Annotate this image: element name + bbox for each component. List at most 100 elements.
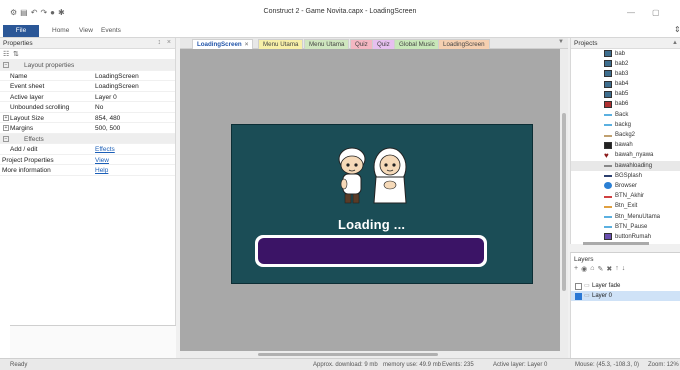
maximize-icon[interactable]: ▢ [652, 8, 660, 17]
add-layer-icon[interactable]: + [574, 265, 578, 273]
lock-icon[interactable]: ▭ [584, 292, 590, 299]
property-row[interactable]: Event sheet LoadingScreen [0, 81, 175, 92]
layers-panel: Layers + ◉ ⌂ ✎ ✖ ↑ ↓ ▭ Layer fade ▭ Layer 0 [570, 252, 680, 358]
project-item-label: BTN_Pause [615, 223, 648, 230]
browser-icon [604, 182, 612, 190]
project-tree: bab bab2 bab3 bab4 bab5 bab6 Back backg Backg2 ba… [571, 49, 680, 243]
editor-tab[interactable]: LoadingScreen × [192, 39, 254, 49]
heart-icon: ♥ [604, 150, 609, 160]
project-item[interactable]: bab5 [571, 90, 680, 100]
image-icon [604, 60, 612, 68]
property-row[interactable]: Add / edit Effects [0, 144, 175, 155]
horizontal-scroll-thumb[interactable] [258, 353, 438, 356]
project-item[interactable]: Back [571, 110, 680, 120]
property-row[interactable]: Unbounded scrolling No [0, 102, 175, 113]
project-item[interactable]: bab4 [571, 80, 680, 90]
project-item[interactable]: Btn_MenuUtama [571, 212, 680, 222]
projects-panel: Projects ▲ bab bab2 bab3 bab4 bab5 bab6 Back ba… [570, 38, 680, 246]
project-item-label: BGSplash [615, 172, 643, 179]
sprite-line-icon [604, 134, 612, 137]
collapse-icon[interactable]: − [3, 62, 9, 68]
layer-row[interactable]: ▭ Layer 0 [571, 291, 680, 301]
project-item[interactable]: BTN_Akhir [571, 192, 680, 202]
editor-tab[interactable]: Quiz [350, 39, 373, 49]
minimize-icon[interactable]: — [627, 8, 635, 17]
sprite-line-icon [604, 205, 612, 208]
categorize-icon[interactable]: ☷ [3, 50, 9, 58]
vertical-scroll-thumb[interactable] [562, 113, 566, 291]
project-item[interactable]: bab6 [571, 100, 680, 110]
sprite-line-icon [604, 114, 612, 117]
file-tab[interactable]: File [3, 25, 39, 37]
expand-icon[interactable]: + [3, 125, 9, 131]
project-item[interactable]: bawah [571, 141, 680, 151]
editor-tab[interactable]: Quiz [372, 39, 395, 49]
layer-row[interactable]: ▭ Layer fade [571, 281, 680, 291]
sprite-line-icon [604, 165, 612, 168]
close-icon[interactable]: × [167, 39, 171, 46]
project-item[interactable]: Backg2 [571, 131, 680, 141]
ribbon-collapse-icon[interactable]: ⇕ [674, 25, 680, 34]
editor-tab[interactable]: LoadingScreen [438, 39, 490, 49]
project-item-label: bab [615, 50, 626, 57]
sprite-line-icon [604, 226, 612, 229]
property-row[interactable]: Name LoadingScreen [0, 71, 175, 81]
collapse-icon[interactable]: − [3, 135, 9, 142]
pin-icon[interactable]: ↕ [158, 39, 162, 46]
project-item[interactable]: bab2 [571, 59, 680, 69]
project-item[interactable]: Btn_Exit [571, 202, 680, 212]
loading-bar[interactable] [255, 235, 487, 267]
property-row[interactable]: Active layer Layer 0 [0, 92, 175, 102]
tab-list-dropdown-icon[interactable]: ▼ [558, 39, 564, 45]
expand-icon[interactable]: + [3, 114, 9, 121]
move-up-icon[interactable]: ↑ [615, 265, 619, 273]
project-item[interactable]: ♥ bawah_nyawa [571, 151, 680, 161]
scroll-up-icon[interactable]: ▲ [672, 40, 678, 46]
sprite-block-icon [604, 141, 612, 149]
property-category[interactable]: − Effects [0, 133, 175, 144]
tab-events[interactable]: Events [101, 27, 121, 34]
tab-close-icon[interactable]: × [245, 41, 249, 48]
property-label: Name [10, 72, 28, 80]
horizontal-scrollbar[interactable] [180, 351, 568, 358]
projects-horizontal-scrollbar[interactable] [571, 241, 680, 246]
editor-tab[interactable]: Global Music [394, 39, 440, 49]
project-item[interactable]: bab [571, 49, 680, 59]
project-item[interactable]: bab3 [571, 69, 680, 79]
project-item[interactable]: Browser [571, 181, 680, 191]
move-down-icon[interactable]: ↓ [622, 265, 626, 273]
editor-tab[interactable]: Menu Utama [304, 39, 350, 49]
property-row[interactable]: + Margins 500, 500 [0, 123, 175, 134]
characters-image[interactable] [330, 145, 414, 211]
project-item-label: BTN_Akhir [615, 193, 645, 200]
edit-icon[interactable]: ✎ [597, 265, 603, 273]
editor-tab-bar: ▼ LoadingScreen × Menu Utama Menu Utama Quiz… [180, 38, 568, 49]
vertical-scrollbar[interactable] [560, 49, 568, 351]
tab-view[interactable]: View [79, 27, 93, 34]
status-memory: memory use: 49.9 mb [383, 362, 442, 368]
editor-tab[interactable]: Menu Utama [258, 39, 304, 49]
property-category[interactable]: − Layout properties [0, 60, 175, 71]
lock-icon[interactable]: ▭ [584, 282, 590, 289]
project-item[interactable]: backg [571, 120, 680, 130]
sprite-line-icon [604, 216, 612, 218]
property-row[interactable]: More information Help [0, 165, 175, 176]
property-row[interactable]: Project Properties View [0, 155, 175, 165]
layer-visible-checkbox[interactable] [575, 282, 582, 290]
property-link[interactable]: Help [95, 167, 108, 174]
property-row[interactable]: + Layout Size 854, 480 [0, 113, 175, 123]
project-item[interactable]: bawahloading [571, 161, 680, 172]
property-link[interactable]: Effects [95, 146, 115, 153]
sprite-line-icon [604, 124, 612, 127]
project-item[interactable]: BGSplash [571, 171, 680, 181]
layer-visible-checkbox[interactable] [575, 292, 582, 300]
layout-area[interactable]: Loading ... [231, 124, 533, 284]
sort-az-icon[interactable]: ⇅ [13, 50, 19, 58]
projects-scroll-thumb[interactable] [583, 242, 649, 245]
delete-icon[interactable]: ✖ [606, 265, 612, 273]
tab-home[interactable]: Home [52, 27, 69, 34]
property-link[interactable]: View [95, 157, 109, 164]
project-item[interactable]: BTN_Pause [571, 222, 680, 232]
lock-icon[interactable]: ⌂ [590, 265, 594, 273]
visibility-icon[interactable]: ◉ [581, 265, 587, 273]
